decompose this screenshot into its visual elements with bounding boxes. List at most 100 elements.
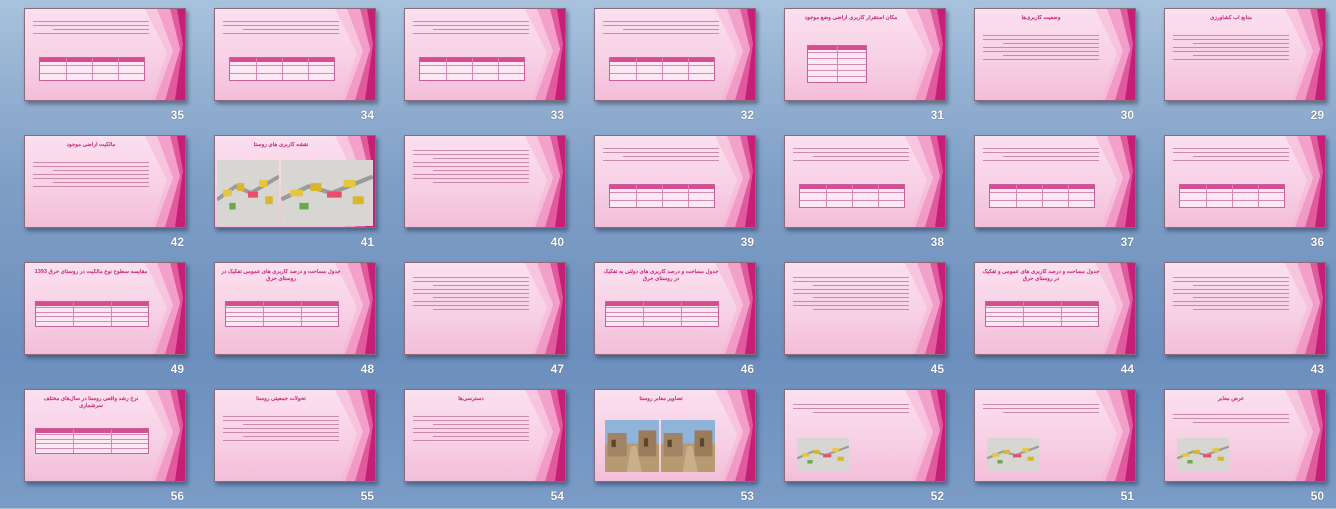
text-line	[433, 285, 529, 286]
text-line	[1173, 51, 1289, 52]
text-line	[1003, 412, 1099, 413]
slide-decoration	[905, 136, 945, 227]
slide-thumbnail-30[interactable]: وضعیت کاربری‌ها 30	[974, 8, 1136, 128]
table-row-line	[986, 306, 1098, 308]
text-line	[243, 424, 339, 425]
table-col-line	[662, 58, 663, 80]
table-row-line	[986, 311, 1098, 313]
slide-preview: نقشه کاربری های روستا	[214, 135, 376, 228]
slide-thumbnail-43[interactable]: 43	[1164, 262, 1326, 382]
text-line	[793, 305, 909, 306]
slide-thumbnail-41[interactable]: نقشه کاربری های روستا 41	[214, 135, 376, 255]
slide-preview: منابع آب کشاورزی	[1164, 8, 1326, 101]
text-line	[413, 33, 529, 34]
slide-table	[419, 57, 525, 81]
slide-preview: تحولات جمعیتی روستا	[214, 389, 376, 482]
text-line	[413, 21, 529, 22]
slide-thumbnail-56[interactable]: نرخ رشد واقعی روستا در سال‌های مختلف سرش…	[24, 389, 186, 509]
slide-thumbnail-33[interactable]: 33	[404, 8, 566, 128]
text-line	[1173, 281, 1289, 282]
slide-thumbnail-51[interactable]: 51	[974, 389, 1136, 509]
table-col-line	[1258, 185, 1259, 207]
slide-title: وضعیت کاربری‌ها	[1021, 15, 1061, 21]
table-col-line	[1060, 302, 1062, 326]
table-col-line	[118, 58, 119, 80]
text-line	[793, 289, 909, 290]
text-line	[1173, 301, 1289, 302]
table-col-line	[300, 302, 302, 326]
text-line	[33, 162, 149, 163]
slide-number: 31	[930, 108, 944, 122]
slide-thumbnail-32[interactable]: 32	[594, 8, 756, 128]
slide-thumbnail-49[interactable]: مقایسه سطوح نوع مالکیت در روستای حرق 139…	[24, 262, 186, 382]
slide-title: مکان استقرار کاربری اراضی وضع موجود	[804, 15, 898, 21]
text-line	[603, 160, 719, 161]
slide-title: نقشه کاربری های روستا	[253, 142, 309, 148]
text-line	[603, 25, 719, 26]
slide-thumbnail-45[interactable]: 45	[784, 262, 946, 382]
text-line	[983, 152, 1099, 153]
table-col-line	[282, 58, 283, 80]
slide-thumbnail-38[interactable]: 38	[784, 135, 946, 255]
slide-thumbnail-36[interactable]: 36	[1164, 135, 1326, 255]
table-row-line	[36, 306, 148, 308]
slide-decoration	[905, 9, 945, 100]
slide-thumbnail-34[interactable]: 34	[214, 8, 376, 128]
table-row-line	[606, 311, 718, 313]
text-line	[793, 293, 909, 294]
slide-thumbnail-46[interactable]: جدول مساحت و درصد کاربری های دولتی به تف…	[594, 262, 756, 382]
slide-thumbnail-54[interactable]: دسترسی‌ها 54	[404, 389, 566, 509]
table-col-line	[636, 58, 637, 80]
table-col-line	[837, 46, 838, 82]
slide-thumbnail-40[interactable]: 40	[404, 135, 566, 255]
slide-table	[807, 45, 867, 83]
table-row-line	[606, 316, 718, 318]
slide-thumbnail-29[interactable]: منابع آب کشاورزی 29	[1164, 8, 1326, 128]
slide-thumbnail-55[interactable]: تحولات جمعیتی روستا 55	[214, 389, 376, 509]
table-col-line	[636, 185, 637, 207]
text-line	[433, 170, 529, 171]
slide-decoration	[145, 9, 185, 100]
table-row-line	[986, 316, 1098, 318]
text-line	[53, 170, 149, 171]
slide-preview	[404, 135, 566, 228]
text-line	[413, 301, 529, 302]
slide-thumbnail-31[interactable]: مکان استقرار کاربری اراضی وضع موجود 31	[784, 8, 946, 128]
table-col-line	[256, 58, 257, 80]
slide-thumbnail-35[interactable]: 35	[24, 8, 186, 128]
slide-thumbnail-44[interactable]: جدول مساحت و درصد کاربری های عمومی و تفک…	[974, 262, 1136, 382]
slide-number: 34	[360, 108, 374, 122]
table-col-line	[73, 429, 75, 453]
table-row-line	[226, 311, 338, 313]
text-line	[223, 21, 339, 22]
text-line	[1003, 43, 1099, 44]
text-line	[1193, 285, 1289, 286]
text-line	[223, 33, 339, 34]
text-line	[413, 305, 529, 306]
slide-preview: مالکیت اراضی موجود	[24, 135, 186, 228]
slide-title: جدول مساحت و درصد کاربری های عمومی و تفک…	[982, 269, 1100, 282]
slide-decoration	[525, 9, 565, 100]
slide-thumbnail-50[interactable]: عرض معابر 50	[1164, 389, 1326, 509]
slide-thumbnail-53[interactable]: تصاویر معابر روستا 53	[594, 389, 756, 509]
text-line	[413, 150, 529, 151]
slide-decoration	[1095, 136, 1135, 227]
table-row-line	[606, 321, 718, 323]
slide-thumbnail-48[interactable]: جدول مساحت و درصد کاربری های عمومی تفکیک…	[214, 262, 376, 382]
slide-thumbnail-52[interactable]: 52	[784, 389, 946, 509]
table-col-line	[1023, 302, 1025, 326]
slide-preview	[1164, 262, 1326, 355]
text-line	[223, 25, 339, 26]
slide-thumbnail-39[interactable]: 39	[594, 135, 756, 255]
table-header	[36, 429, 148, 433]
text-line	[603, 33, 719, 34]
text-line	[983, 408, 1099, 409]
table-header	[986, 302, 1098, 306]
slide-thumbnail-37[interactable]: 37	[974, 135, 1136, 255]
slide-preview	[1164, 135, 1326, 228]
slide-thumbnail-47[interactable]: 47	[404, 262, 566, 382]
text-line	[1173, 152, 1289, 153]
text-line	[33, 166, 149, 167]
slide-thumbnail-42[interactable]: مالکیت اراضی موجود 42	[24, 135, 186, 255]
slide-table	[985, 301, 1099, 327]
